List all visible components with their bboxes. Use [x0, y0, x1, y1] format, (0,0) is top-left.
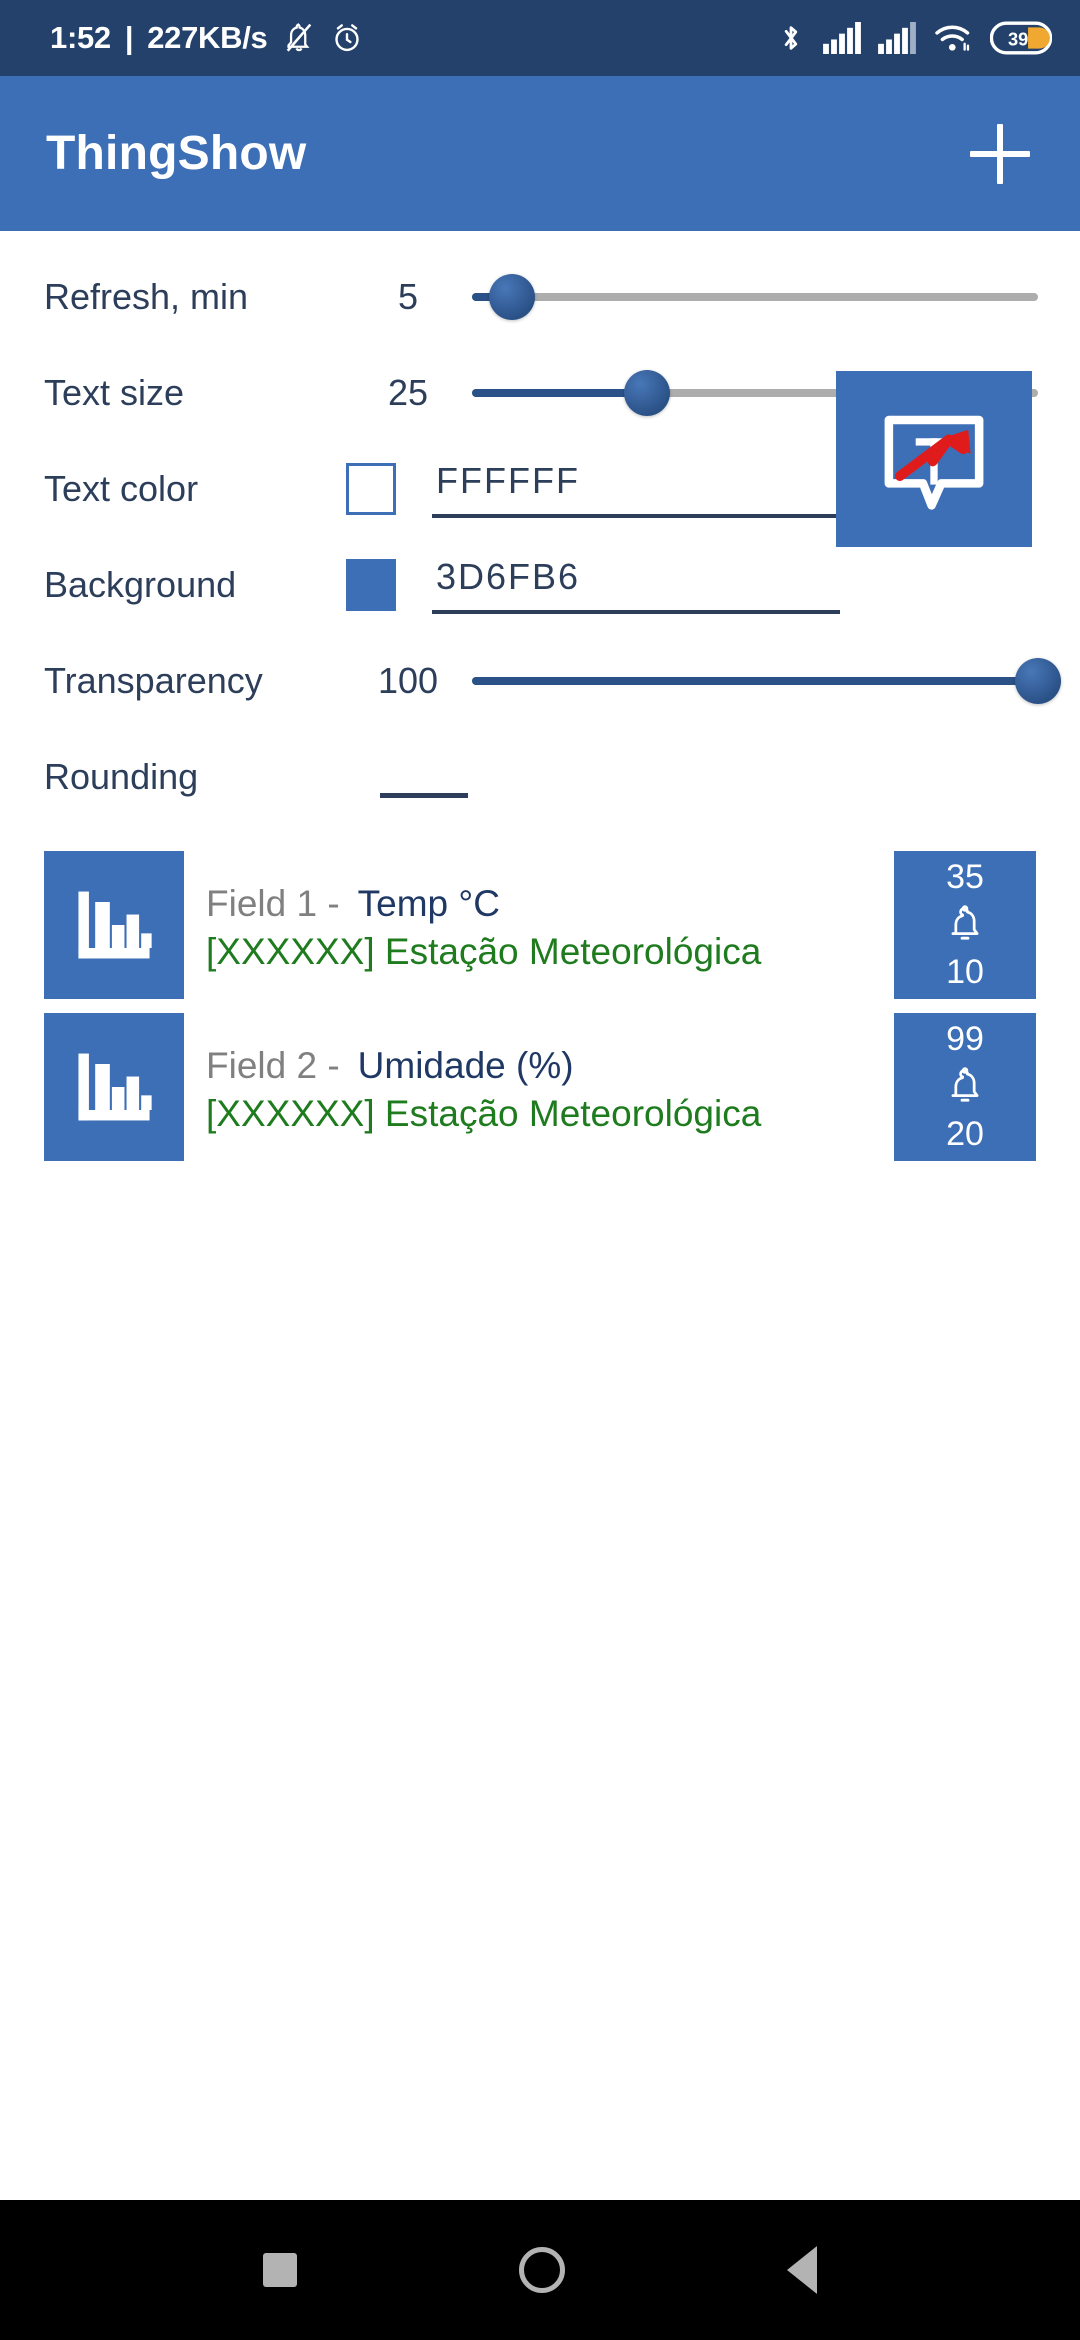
settings-panel: Refresh, min 5 Text size 25 Text color F… [0, 231, 1080, 825]
text-size-value: 25 [387, 372, 429, 413]
back-triangle-icon[interactable] [787, 2246, 817, 2294]
bell-off-icon [286, 23, 311, 52]
transparency-slider[interactable] [472, 651, 1061, 711]
text-size-slider-thumb[interactable] [624, 370, 671, 416]
status-bar-right: 39 [776, 21, 1052, 55]
alarm-max-value: 99 [946, 1020, 984, 1058]
recents-square-icon[interactable] [263, 2253, 297, 2287]
rounding-input[interactable] [380, 756, 468, 798]
status-bar: 1:52 | 227KB/s 39 [0, 0, 1080, 76]
status-clock: 1:52 [50, 20, 111, 55]
text-size-slider-fill [472, 389, 648, 397]
empty-content-area [0, 1175, 1080, 2200]
bell-icon [951, 905, 979, 940]
refresh-value: 5 [397, 276, 419, 317]
setting-row-refresh: Refresh, min 5 [0, 249, 1080, 345]
background-color-input[interactable]: 3D6FB6 [432, 556, 840, 614]
setting-row-background: Background 3D6FB6 [0, 537, 1080, 633]
network-speed: 227KB/s [147, 20, 268, 55]
add-widget-button[interactable] [962, 116, 1038, 192]
transparency-slider-thumb[interactable] [1015, 658, 1061, 704]
thingshow-app-icon [884, 415, 984, 510]
setting-row-rounding: Rounding [0, 729, 1080, 825]
rounding-label: Rounding [44, 756, 199, 797]
transparency-label: Transparency [44, 660, 263, 701]
background-label: Background [44, 564, 237, 605]
app-bar: ThingShow [0, 76, 1080, 231]
bluetooth-icon [784, 26, 798, 50]
card-title-line: Field 2 - Umidade (%) [206, 1045, 894, 1087]
text-color-swatch[interactable] [346, 463, 396, 515]
field-number: Field 1 - [206, 883, 340, 924]
card-body: Field 2 - Umidade (%) [XXXXXX] Estação Me… [184, 1013, 894, 1161]
card-alarm-values: 35 10 [894, 851, 1036, 999]
text-size-label: Text size [44, 372, 185, 413]
bell-icon [951, 1067, 979, 1102]
signal-sim2-icon [878, 22, 916, 54]
setting-row-transparency: Transparency 100 [0, 633, 1080, 729]
transparency-value: 100 [377, 660, 439, 701]
home-circle-icon[interactable] [519, 2247, 565, 2293]
card-body: Field 1 - Temp °C [XXXXXX] Estação Meteor… [184, 851, 894, 999]
alarm-max-value: 35 [946, 858, 984, 896]
card-alarm-values: 99 20 [894, 1013, 1036, 1161]
refresh-label: Refresh, min [44, 276, 249, 317]
status-separator: | [124, 20, 134, 55]
page-title: ThingShow [46, 127, 307, 180]
card-title-line: Field 1 - Temp °C [206, 883, 894, 925]
field-number: Field 2 - [206, 1045, 340, 1086]
wifi-icon [935, 25, 970, 51]
field-name: Temp °C [357, 883, 500, 924]
channel-name: [XXXXXX] Estação Meteorológica [206, 931, 762, 972]
refresh-slider[interactable] [472, 267, 1038, 327]
text-color-label: Text color [44, 468, 199, 509]
refresh-slider-thumb[interactable] [488, 274, 535, 320]
alarm-min-value: 10 [946, 953, 984, 991]
battery-percent-text: 39 [1008, 29, 1028, 50]
field-name: Umidade (%) [357, 1045, 574, 1086]
channel-name: [XXXXXX] Estação Meteorológica [206, 1093, 762, 1134]
battery-icon: 39 [990, 21, 1052, 55]
table-row[interactable]: Field 2 - Umidade (%) [XXXXXX] Estação Me… [44, 1013, 1036, 1161]
widget-list: Field 1 - Temp °C [XXXXXX] Estação Meteor… [0, 825, 1080, 1175]
transparency-slider-fill [472, 677, 1038, 685]
widget-preview [836, 371, 1032, 547]
bar-chart-icon [44, 1013, 184, 1161]
phone-screen: 1:52 | 227KB/s 39 ThingShow Refresh, min… [0, 0, 1080, 2340]
table-row[interactable]: Field 1 - Temp °C [XXXXXX] Estação Meteor… [44, 851, 1036, 999]
text-color-input[interactable]: FFFFFF [432, 460, 840, 518]
alarm-min-value: 20 [946, 1115, 984, 1153]
bar-chart-icon [44, 851, 184, 999]
status-bar-left: 1:52 | 227KB/s [50, 20, 364, 56]
signal-sim1-icon [823, 22, 861, 54]
alarm-icon [334, 24, 359, 52]
background-color-swatch[interactable] [346, 559, 396, 611]
android-nav-bar [0, 2200, 1080, 2340]
refresh-slider-track [472, 293, 1038, 301]
